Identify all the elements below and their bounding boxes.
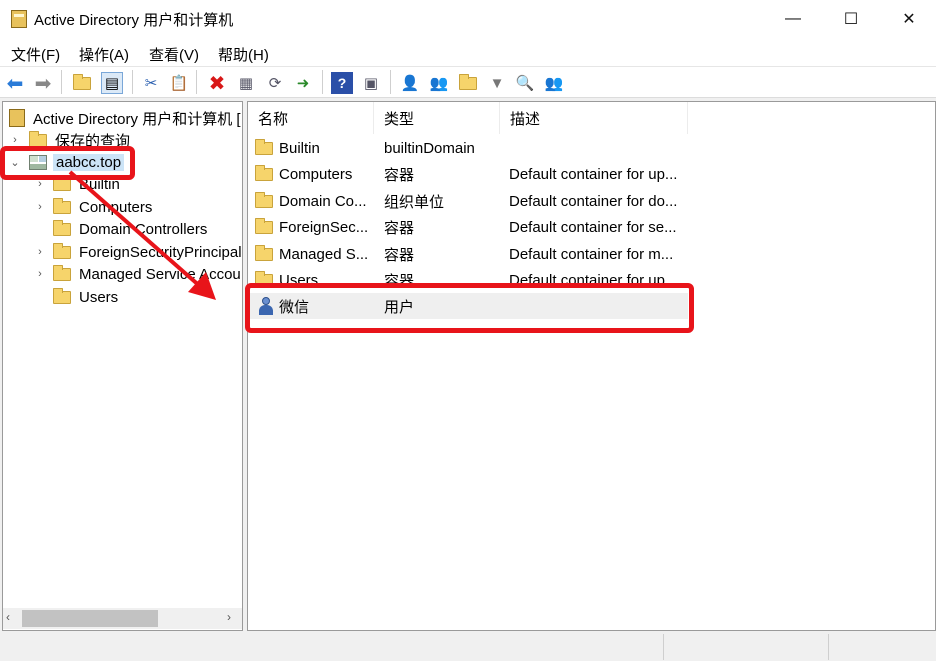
annotation-arrow [68,170,216,300]
